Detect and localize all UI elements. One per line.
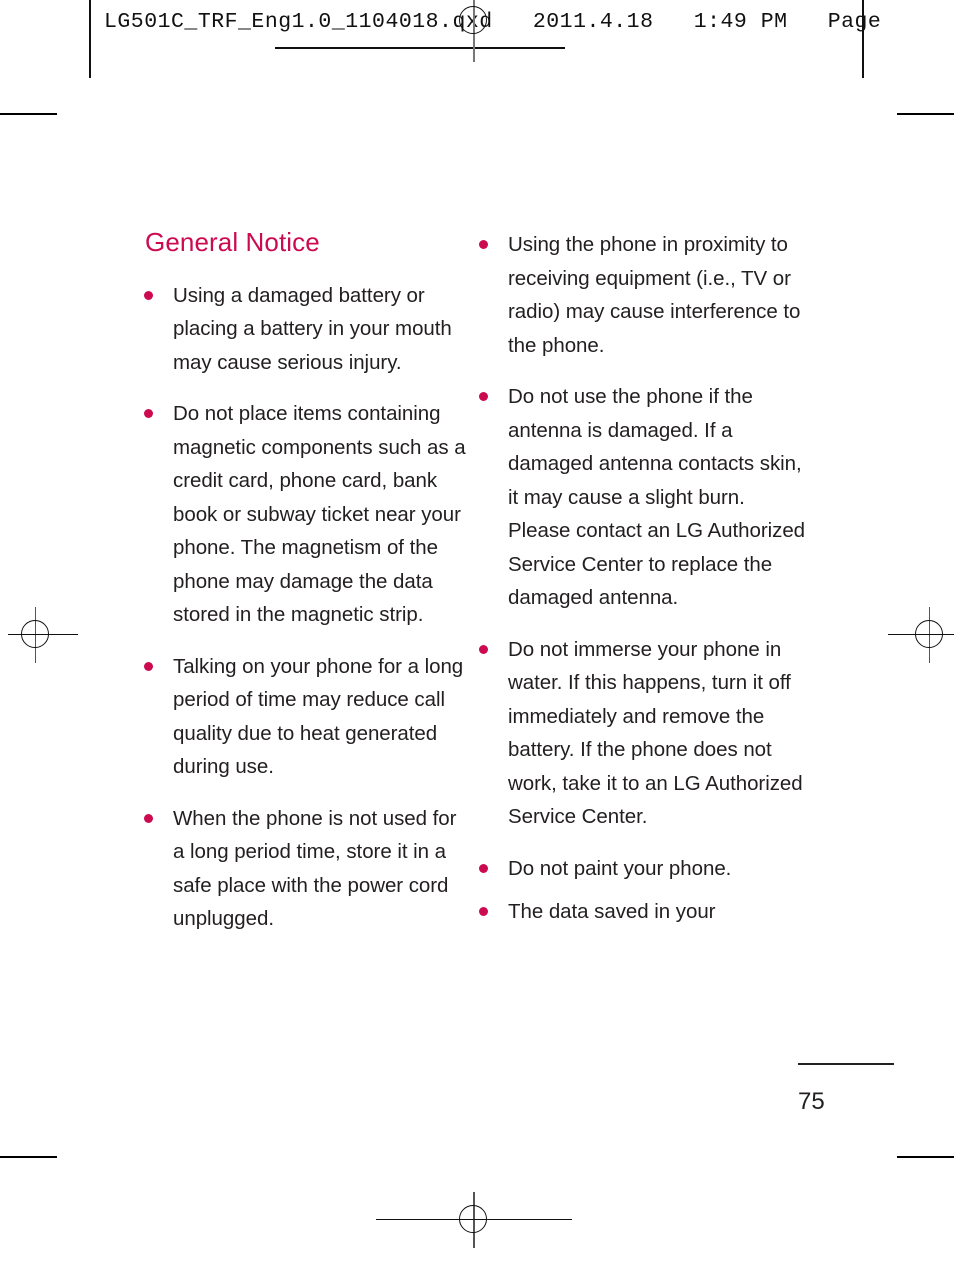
left-column: General Notice Using a damaged battery o… — [143, 228, 473, 936]
list-item-text: Do not immerse your phone in water. If t… — [508, 637, 803, 829]
list-item-text: Talking on your phone for a long period … — [173, 654, 464, 779]
bullet-dot-icon — [479, 907, 488, 916]
page-number: 75 — [798, 1088, 825, 1115]
list-item: Do not paint your phone. — [478, 852, 808, 886]
list-item-text: The data saved in your — [508, 900, 716, 923]
list-item: The data saved in your — [478, 895, 808, 929]
right-bullet-list: Using the phone in proximity to receivin… — [478, 228, 808, 929]
list-item: Do not immerse your phone in water. If t… — [478, 633, 808, 834]
list-item-text: Do not use the phone if the antenna is d… — [508, 385, 806, 609]
list-item: Do not use the phone if the antenna is d… — [478, 380, 808, 615]
list-item-text: When the phone is not used for a long pe… — [173, 806, 457, 931]
bullet-dot-icon — [144, 290, 153, 300]
bullet-dot-icon — [479, 863, 488, 873]
bullet-dot-icon — [479, 644, 488, 654]
bullet-dot-icon — [479, 392, 488, 401]
left-bullet-list: Using a damaged battery or placing a bat… — [143, 279, 473, 936]
bullet-dot-icon — [144, 661, 153, 671]
list-item-text: Using the phone in proximity to receivin… — [508, 233, 801, 357]
list-item: Do not place items containing magnetic c… — [143, 397, 473, 632]
bullet-dot-icon — [144, 813, 153, 823]
list-item-text: Do not place items containing magnetic c… — [173, 402, 466, 627]
right-column: Using the phone in proximity to receivin… — [478, 228, 808, 929]
bullet-dot-icon — [144, 409, 153, 419]
list-item-text: Using a damaged battery or placing a bat… — [173, 283, 452, 374]
folio-rule — [798, 1063, 894, 1065]
manual-page: LG501C_TRF_Eng1.0_1104018.qxd 2011.4.18 … — [0, 0, 954, 1263]
list-item: When the phone is not used for a long pe… — [143, 802, 473, 936]
bullet-dot-icon — [479, 240, 488, 249]
page-title: General Notice — [145, 227, 320, 257]
list-item-text: Do not paint your phone. — [508, 856, 732, 880]
list-item: Talking on your phone for a long period … — [143, 650, 473, 784]
list-item: Using a damaged battery or placing a bat… — [143, 279, 473, 380]
page-content: General Notice Using a damaged battery o… — [0, 0, 954, 1263]
list-item: Using the phone in proximity to receivin… — [478, 228, 808, 362]
